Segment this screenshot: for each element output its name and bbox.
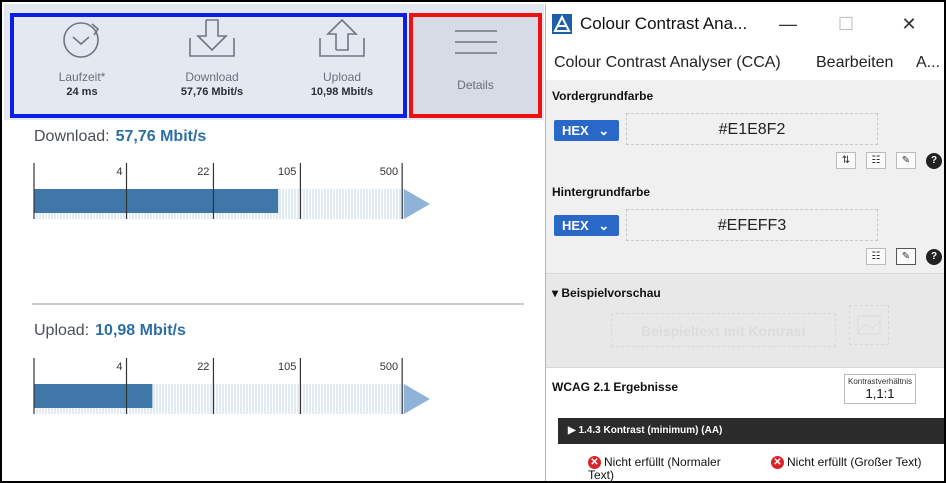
results-title: WCAG 2.1 Ergebnisse	[552, 380, 679, 394]
upload-section-label: Upload:	[34, 322, 90, 339]
sliders-icon[interactable]: ☷	[866, 248, 886, 265]
foreground-format-select[interactable]: HEX ⌄	[554, 120, 619, 141]
sliders-icon[interactable]: ☷	[866, 152, 886, 169]
menu-bearbeiten[interactable]: Bearbeiten	[816, 54, 893, 72]
download-speed-bar	[34, 189, 279, 213]
upload-metric[interactable]: Upload 10,98 Mbit/s	[282, 16, 402, 98]
contrast-ratio-value: 1,1:1	[865, 386, 895, 401]
preview-toggle[interactable]: ▾ Beispielvorschau	[552, 286, 661, 300]
latency-label: Laufzeit*	[58, 70, 106, 84]
eyedropper-icon[interactable]: ✎	[896, 248, 916, 265]
cca-app-icon	[552, 14, 572, 34]
close-button[interactable]: ✕	[889, 10, 929, 38]
menu-more[interactable]: A...	[916, 54, 940, 72]
download-label: Download	[185, 70, 239, 84]
chevron-down-icon: ⌄	[598, 218, 610, 233]
eyedropper-icon[interactable]: ✎	[896, 152, 916, 169]
upload-scale-arrow	[404, 384, 430, 414]
download-metric[interactable]: Download 57,76 Mbit/s	[152, 16, 272, 98]
menu-cca[interactable]: Colour Contrast Analyser (CCA)	[554, 54, 781, 72]
latency-metric[interactable]: Laufzeit* 24 ms	[22, 16, 142, 98]
chevron-down-icon: ⌄	[598, 123, 610, 138]
latency-value: 24 ms	[66, 86, 98, 98]
details-button[interactable]: Details	[413, 17, 538, 114]
upload-tick-label: 4	[116, 361, 122, 373]
minimize-button[interactable]: —	[768, 10, 808, 38]
latency-gauge-icon	[63, 22, 100, 58]
download-speed-scale: 4 22 105 500	[33, 163, 430, 219]
fail-large-label: Nicht erfüllt (Großer Text)	[787, 455, 922, 469]
details-label: Details	[457, 78, 494, 92]
metrics-toolbar: Laufzeit* 24 ms Download 57,76 Mbit/s Up…	[4, 4, 544, 120]
download-icon	[189, 19, 235, 57]
screenshot-frame: Laufzeit* 24 ms Download 57,76 Mbit/s Up…	[0, 0, 946, 483]
download-value: 57,76 Mbit/s	[180, 86, 244, 98]
download-section-title: Download: 57,76 Mbit/s	[34, 128, 206, 146]
download-tick-label: 105	[278, 166, 296, 178]
upload-tick-label: 105	[278, 361, 296, 373]
background-format-select[interactable]: HEX ⌄	[554, 215, 619, 236]
results-section: WCAG 2.1 Ergebnisse Kontrastverhältnis 1…	[546, 367, 944, 482]
download-scale-arrow	[404, 189, 430, 219]
download-section-label: Download:	[34, 128, 110, 145]
upload-tick-label: 22	[197, 361, 209, 373]
upload-speed-bar	[34, 384, 153, 408]
swap-colors-icon[interactable]: ⇅	[836, 152, 856, 169]
help-icon[interactable]: ?	[926, 153, 942, 169]
upload-section-value: 10,98 Mbit/s	[95, 322, 186, 339]
cca-menubar: Colour Contrast Analyser (CCA) Bearbeite…	[546, 44, 944, 80]
foreground-format-value: HEX	[562, 123, 589, 138]
cca-titlebar: Colour Contrast Ana... — ☐ ✕	[546, 4, 944, 44]
background-hex-input[interactable]: #EFEFF3	[626, 209, 878, 241]
contrast-ratio-box: Kontrastverhältnis 1,1:1	[844, 374, 916, 404]
background-label: Hintergrundfarbe	[552, 185, 651, 199]
cca-window: Colour Contrast Ana... — ☐ ✕ Colour Cont…	[545, 4, 944, 482]
cca-window-title: Colour Contrast Ana...	[580, 14, 748, 33]
download-tick-label: 22	[197, 166, 209, 178]
upload-label: Upload	[322, 70, 362, 84]
foreground-hex-input[interactable]: #E1E8F2	[626, 113, 878, 145]
upload-value: 10,98 Mbit/s	[310, 86, 374, 98]
upload-section-title: Upload: 10,98 Mbit/s	[34, 322, 186, 340]
background-format-value: HEX	[562, 218, 589, 233]
fail-large-text: ✕ Nicht erfüllt (Großer Text)	[771, 455, 944, 469]
download-tick-label: 4	[116, 166, 122, 178]
fail-normal-text: ✕ Nicht erfüllt (Normaler Text)	[588, 455, 748, 482]
download-tick-label: 500	[380, 166, 398, 178]
download-section-value: 57,76 Mbit/s	[115, 128, 207, 145]
preview-image-icon	[849, 305, 889, 345]
error-icon: ✕	[771, 456, 784, 469]
help-icon[interactable]: ?	[926, 249, 942, 265]
preview-sample-text: Beispieltext mit Kontrast	[611, 313, 836, 347]
section-divider	[32, 303, 524, 305]
upload-icon	[319, 18, 365, 57]
upload-tick-label: 500	[380, 361, 398, 373]
speedtest-panel: Laufzeit* 24 ms Download 57,76 Mbit/s Up…	[4, 4, 544, 481]
maximize-button[interactable]: ☐	[826, 10, 866, 38]
criterion-1-4-3-toggle[interactable]: ▶ 1.4.3 Kontrast (minimum) (AA)	[558, 418, 944, 444]
foreground-label: Vordergrundfarbe	[552, 89, 654, 103]
menu-lines-icon	[454, 30, 497, 54]
upload-speed-scale: 4 22 105 500	[33, 358, 430, 414]
contrast-ratio-label: Kontrastverhältnis	[847, 377, 913, 386]
fail-normal-label: Nicht erfüllt (Normaler Text)	[588, 455, 721, 482]
